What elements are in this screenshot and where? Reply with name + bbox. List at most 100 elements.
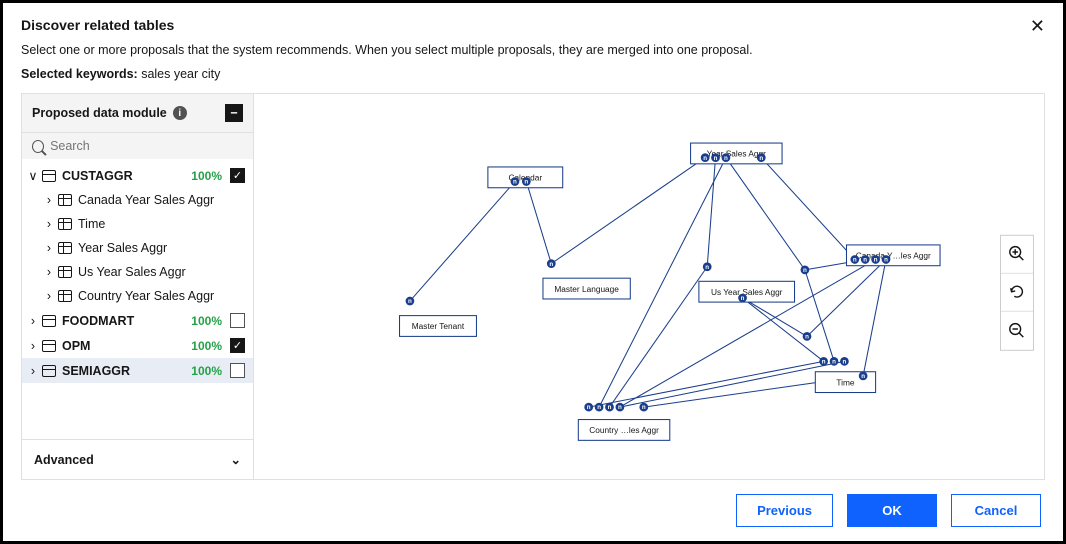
svg-text:n: n bbox=[513, 179, 517, 186]
table-icon bbox=[58, 266, 72, 278]
proposals-panel: Proposed data module i − ∨CUSTAGGR100%✓›… bbox=[22, 94, 254, 479]
graph-edge bbox=[761, 158, 855, 260]
chevron-right-icon: › bbox=[26, 339, 40, 353]
zoom-in-button[interactable] bbox=[1001, 235, 1033, 273]
tree-item-foodmart[interactable]: › FOODMART100% bbox=[22, 308, 253, 333]
svg-text:n: n bbox=[843, 359, 847, 366]
proposal-checkbox[interactable]: ✓ bbox=[230, 168, 245, 183]
graph-svg: CalendarYear Sales AggrMaster LanguageMa… bbox=[254, 94, 1044, 479]
tree-item-semiaggr[interactable]: ›SEMIAGGR100% bbox=[22, 358, 253, 383]
svg-text:n: n bbox=[587, 404, 591, 411]
chevron-right-icon: › bbox=[26, 314, 40, 328]
chevron-right-icon: › bbox=[42, 193, 56, 207]
svg-text:n: n bbox=[832, 359, 836, 366]
graph-node-label: Master Tenant bbox=[412, 321, 465, 331]
tree-subitem-label: Canada Year Sales Aggr bbox=[78, 193, 245, 207]
svg-text:n: n bbox=[874, 257, 878, 264]
search-row bbox=[22, 132, 253, 159]
cancel-button[interactable]: Cancel bbox=[951, 494, 1041, 527]
svg-text:n: n bbox=[714, 155, 718, 162]
database-icon bbox=[42, 365, 56, 377]
keywords-row: Selected keywords: sales year city bbox=[21, 67, 1045, 81]
dialog-root: Discover related tables ✕ Select one or … bbox=[3, 3, 1063, 541]
search-input[interactable] bbox=[50, 139, 243, 153]
svg-text:n: n bbox=[805, 334, 809, 341]
match-percent: 100% bbox=[191, 169, 222, 183]
match-percent: 100% bbox=[191, 314, 222, 328]
chevron-down-icon: ∨ bbox=[26, 168, 40, 183]
zoom-controls bbox=[1000, 234, 1034, 350]
advanced-toggle[interactable]: Advanced ⌄ bbox=[22, 439, 253, 479]
table-icon bbox=[58, 194, 72, 206]
graph-edge bbox=[805, 270, 834, 361]
svg-text:n: n bbox=[884, 257, 888, 264]
zoom-out-icon bbox=[1008, 321, 1026, 339]
tree-subitem[interactable]: › Year Sales Aggr bbox=[22, 236, 253, 260]
info-icon[interactable]: i bbox=[173, 106, 187, 120]
zoom-in-icon bbox=[1008, 245, 1026, 263]
tree-item-label: OPM bbox=[62, 339, 191, 353]
tree-item-custaggr[interactable]: ∨ CUSTAGGR100% ✓ bbox=[22, 163, 253, 188]
database-icon bbox=[42, 340, 56, 352]
graph-edge bbox=[551, 158, 705, 264]
svg-text:n: n bbox=[803, 267, 807, 274]
tree-subitem[interactable]: › Time bbox=[22, 212, 253, 236]
svg-text:n: n bbox=[741, 295, 745, 302]
svg-text:n: n bbox=[853, 257, 857, 264]
tree-subitem[interactable]: ›Country Year Sales Aggr bbox=[22, 284, 253, 308]
svg-text:n: n bbox=[549, 261, 553, 268]
graph-edge bbox=[410, 182, 515, 302]
svg-text:n: n bbox=[642, 404, 646, 411]
zoom-out-button[interactable] bbox=[1001, 311, 1033, 349]
table-icon bbox=[58, 290, 72, 302]
graph-node-label: Time bbox=[836, 377, 855, 387]
previous-button[interactable]: Previous bbox=[736, 494, 833, 527]
close-icon[interactable]: ✕ bbox=[1030, 17, 1045, 35]
svg-text:n: n bbox=[618, 404, 622, 411]
match-percent: 100% bbox=[191, 364, 222, 378]
svg-text:n: n bbox=[408, 298, 412, 305]
dialog-title: Discover related tables bbox=[21, 17, 174, 33]
chevron-right-icon: › bbox=[42, 265, 56, 279]
panel-collapse-button[interactable]: − bbox=[225, 104, 243, 122]
proposal-checkbox[interactable] bbox=[230, 363, 245, 378]
graph-node-label: Country …les Aggr bbox=[589, 425, 659, 435]
ok-button[interactable]: OK bbox=[847, 494, 937, 527]
graph-edge bbox=[726, 158, 805, 270]
dialog-header: Discover related tables ✕ bbox=[21, 17, 1045, 43]
svg-text:n: n bbox=[822, 359, 826, 366]
graph-edge bbox=[526, 182, 551, 264]
tree-item-opm[interactable]: › OPM100% ✓ bbox=[22, 333, 253, 358]
chevron-right-icon: › bbox=[42, 241, 56, 255]
chevron-right-icon: › bbox=[42, 289, 56, 303]
dialog-footer: Previous OK Cancel bbox=[21, 480, 1045, 541]
proposal-checkbox[interactable] bbox=[230, 313, 245, 328]
graph-node-label: Us Year Sales Aggr bbox=[711, 287, 783, 297]
tree-item-label: CUSTAGGR bbox=[62, 169, 191, 183]
database-icon bbox=[42, 315, 56, 327]
content-row: Proposed data module i − ∨CUSTAGGR100%✓›… bbox=[21, 93, 1045, 480]
svg-text:n: n bbox=[608, 404, 612, 411]
panel-title: Proposed data module bbox=[32, 106, 167, 120]
graph-edge bbox=[707, 158, 715, 267]
svg-text:n: n bbox=[597, 404, 601, 411]
graph-canvas[interactable]: CalendarYear Sales AggrMaster LanguageMa… bbox=[254, 94, 1044, 479]
zoom-reset-button[interactable] bbox=[1001, 273, 1033, 311]
tree-item-label: FOODMART bbox=[62, 314, 191, 328]
tree-subitem[interactable]: › Canada Year Sales Aggr bbox=[22, 188, 253, 212]
tree-subitem-label: Us Year Sales Aggr bbox=[78, 265, 245, 279]
proposals-tree: ∨CUSTAGGR100%✓›Canada Year Sales Aggr›Ti… bbox=[22, 159, 253, 387]
tree-subitem-label: Time bbox=[78, 217, 245, 231]
tree-subitem-label: Year Sales Aggr bbox=[78, 241, 245, 255]
tree-subitem[interactable]: › Us Year Sales Aggr bbox=[22, 260, 253, 284]
chevron-right-icon: › bbox=[42, 217, 56, 231]
svg-text:n: n bbox=[703, 155, 707, 162]
proposal-checkbox[interactable]: ✓ bbox=[230, 338, 245, 353]
svg-text:n: n bbox=[724, 155, 728, 162]
graph-edge bbox=[863, 259, 886, 375]
svg-text:n: n bbox=[524, 179, 528, 186]
match-percent: 100% bbox=[191, 339, 222, 353]
svg-text:n: n bbox=[759, 155, 763, 162]
svg-text:n: n bbox=[863, 257, 867, 264]
tree-item-label: SEMIAGGR bbox=[62, 364, 191, 378]
